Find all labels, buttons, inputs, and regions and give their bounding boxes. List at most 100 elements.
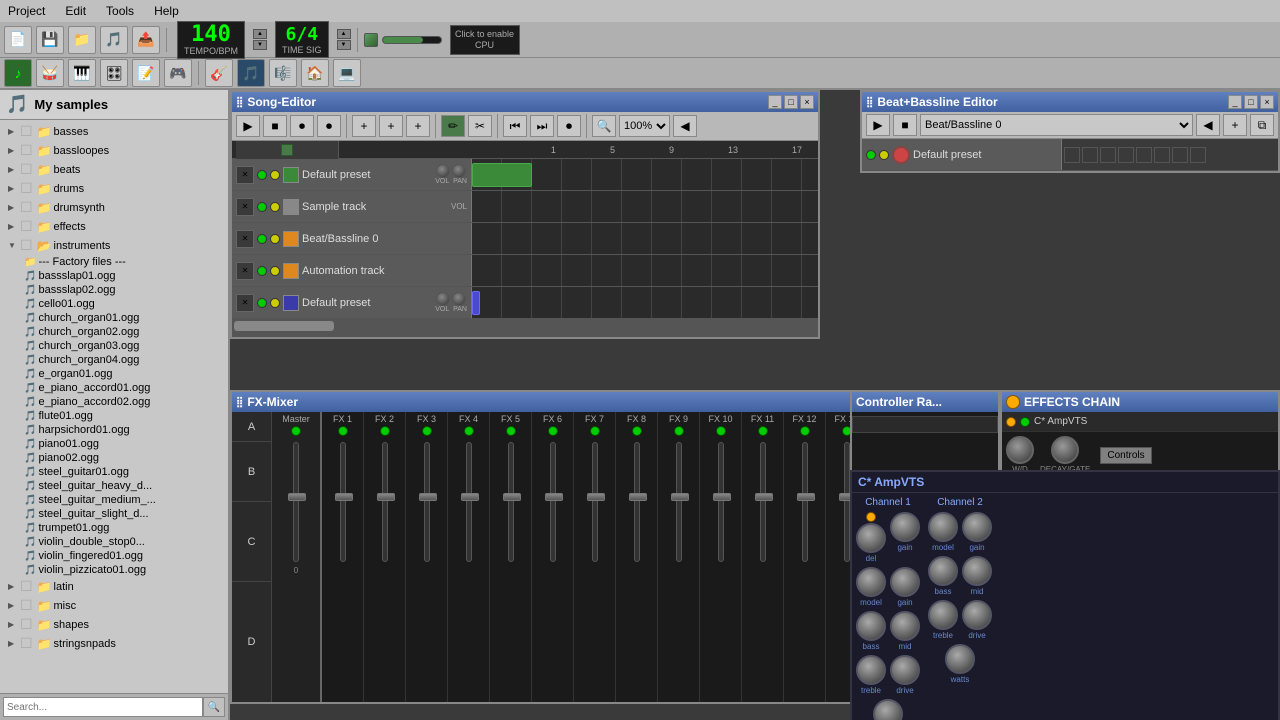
- track-vol-knob-1[interactable]: [436, 164, 450, 178]
- fx-fader-handle-9[interactable]: [671, 493, 689, 501]
- fx-ch-led-5[interactable]: [506, 426, 516, 436]
- file-steel-medium[interactable]: 🎵 steel_guitar_medium_...: [0, 493, 228, 507]
- file-eorgan01[interactable]: 🎵 e_organ01.ogg: [0, 367, 228, 381]
- export-button[interactable]: 🎵: [100, 26, 128, 54]
- effects-chain-led[interactable]: [1006, 395, 1020, 409]
- fx-ch-led-8[interactable]: [632, 426, 642, 436]
- song-editor-minimize[interactable]: _: [768, 95, 782, 109]
- menu-help[interactable]: Help: [150, 2, 183, 20]
- fx-fader-10[interactable]: [718, 442, 724, 562]
- fx-fader-12[interactable]: [802, 442, 808, 562]
- file-church02[interactable]: 🎵 church_organ02.ogg: [0, 325, 228, 339]
- file-harpsichord01[interactable]: 🎵 harpsichord01.ogg: [0, 423, 228, 437]
- beat-editor-close[interactable]: ×: [1260, 95, 1274, 109]
- track-vol-knob-5[interactable]: [436, 292, 450, 306]
- track-mute-1[interactable]: ✕: [236, 166, 254, 184]
- timesig-down[interactable]: ▼: [337, 40, 351, 50]
- model-knob[interactable]: [856, 567, 886, 597]
- treble-knob[interactable]: [856, 655, 886, 685]
- fx-fader-handle-10[interactable]: [713, 493, 731, 501]
- fx-fader-handle-8[interactable]: [629, 493, 647, 501]
- computer-btn[interactable]: 💻: [333, 59, 361, 87]
- track-led-yellow-2[interactable]: [270, 202, 280, 212]
- folder-shapes[interactable]: ▶ ☐ 📁 shapes: [0, 615, 228, 634]
- song-editor-drag[interactable]: ⣿: [236, 97, 243, 108]
- search-input[interactable]: [3, 697, 203, 717]
- my-samples-btn[interactable]: 🎵: [237, 59, 265, 87]
- fx-row-label-b[interactable]: B: [232, 442, 271, 502]
- fx-fader-handle-7[interactable]: [587, 493, 605, 501]
- master-vol-slider[interactable]: [382, 36, 442, 44]
- folder-bassloopes[interactable]: ▶ ☐ 📁 bassloopes: [0, 141, 228, 160]
- folder-drumsynth[interactable]: ▶ ☐ 📁 drumsynth: [0, 198, 228, 217]
- track-pan-knob-1[interactable]: [452, 164, 466, 178]
- beat-step-5[interactable]: [1136, 147, 1152, 163]
- pattern-block-1[interactable]: [472, 163, 532, 187]
- gain1-knob[interactable]: [890, 512, 920, 542]
- save-button[interactable]: 📁: [68, 26, 96, 54]
- bass-knob[interactable]: [856, 611, 886, 641]
- export2-button[interactable]: 📤: [132, 26, 160, 54]
- del-knob[interactable]: [856, 523, 886, 553]
- beat-preset-select[interactable]: Beat/Bassline 0: [920, 114, 1193, 136]
- zoom-select[interactable]: 100%: [619, 115, 670, 137]
- effect-led2[interactable]: [1020, 417, 1030, 427]
- track-led-yellow-4[interactable]: [270, 266, 280, 276]
- cpu-meter[interactable]: Click to enable CPU: [450, 25, 520, 55]
- add-automation-button[interactable]: +: [406, 115, 430, 137]
- track-led-yellow-3[interactable]: [270, 234, 280, 244]
- fx-fader-3[interactable]: [424, 442, 430, 562]
- track-color-2[interactable]: [283, 199, 299, 215]
- file-bassslap01[interactable]: 🎵 bassslap01.ogg: [0, 269, 228, 283]
- fx-fader-7[interactable]: [592, 442, 598, 562]
- file-violin-pizzicato[interactable]: 🎵 violin_pizzicato01.ogg: [0, 563, 228, 577]
- controller-search[interactable]: [852, 416, 998, 433]
- piano-roll-btn[interactable]: 🎹: [68, 59, 96, 87]
- wd-knob[interactable]: [1006, 436, 1034, 464]
- ch2-treble-knob[interactable]: [928, 600, 958, 630]
- fx-row-label-c[interactable]: C: [232, 502, 271, 582]
- add-sample-track-button[interactable]: +: [379, 115, 403, 137]
- fx-row-label-a[interactable]: A: [232, 412, 271, 442]
- file-steel-slight[interactable]: 🎵 steel_guitar_slight_d...: [0, 507, 228, 521]
- fx-fader-9[interactable]: [676, 442, 682, 562]
- folder-misc[interactable]: ▶ ☐ 📁 misc: [0, 596, 228, 615]
- time-sig-display[interactable]: 6/4: [286, 24, 319, 45]
- fx-ch-led-11[interactable]: [758, 426, 768, 436]
- track-led-yellow-5[interactable]: [270, 298, 280, 308]
- fx-ch-led-6[interactable]: [548, 426, 558, 436]
- tempo-down[interactable]: ▼: [253, 40, 267, 50]
- beat-editor-btn[interactable]: 🥁: [36, 59, 64, 87]
- fx-fader-8[interactable]: [634, 442, 640, 562]
- menu-project[interactable]: Project: [4, 2, 49, 20]
- beat-step-8[interactable]: [1190, 147, 1206, 163]
- add-bb-track-button[interactable]: +: [352, 115, 376, 137]
- beat-step-2[interactable]: [1082, 147, 1098, 163]
- home-btn[interactable]: 🏠: [301, 59, 329, 87]
- track-color-4[interactable]: [283, 263, 299, 279]
- folder-basses[interactable]: ▶ ☐ 📁 basses: [0, 122, 228, 141]
- fx-fader-handle-3[interactable]: [419, 493, 437, 501]
- zoom-toggle-btn[interactable]: ◀: [673, 115, 697, 137]
- track-mute-5[interactable]: ✕: [236, 294, 254, 312]
- fx-ch-led-9[interactable]: [674, 426, 684, 436]
- track-pan-knob-5[interactable]: [452, 292, 466, 306]
- file-epiano02[interactable]: 🎵 e_piano_accord02.ogg: [0, 395, 228, 409]
- ch2-drive-knob[interactable]: [962, 600, 992, 630]
- file-church04[interactable]: 🎵 church_organ04.ogg: [0, 353, 228, 367]
- fx-fader-4[interactable]: [466, 442, 472, 562]
- track-color-3[interactable]: [283, 231, 299, 247]
- track-led-green-4[interactable]: [257, 266, 267, 276]
- folder-drums[interactable]: ▶ ☐ 📁 drums: [0, 179, 228, 198]
- fx-ch-led-3[interactable]: [422, 426, 432, 436]
- project-notes-btn[interactable]: 📝: [132, 59, 160, 87]
- track-led-yellow-1[interactable]: [270, 170, 280, 180]
- beat-track-led1[interactable]: [866, 150, 876, 160]
- timesig-up[interactable]: ▲: [337, 29, 351, 39]
- controls-button[interactable]: Controls: [1100, 447, 1151, 464]
- erase-mode-btn[interactable]: ✂: [468, 115, 492, 137]
- del-led[interactable]: [866, 512, 876, 522]
- fx-fader-handle-2[interactable]: [377, 493, 395, 501]
- file-bassslap02[interactable]: 🎵 bassslap02.ogg: [0, 283, 228, 297]
- mid-knob[interactable]: [890, 611, 920, 641]
